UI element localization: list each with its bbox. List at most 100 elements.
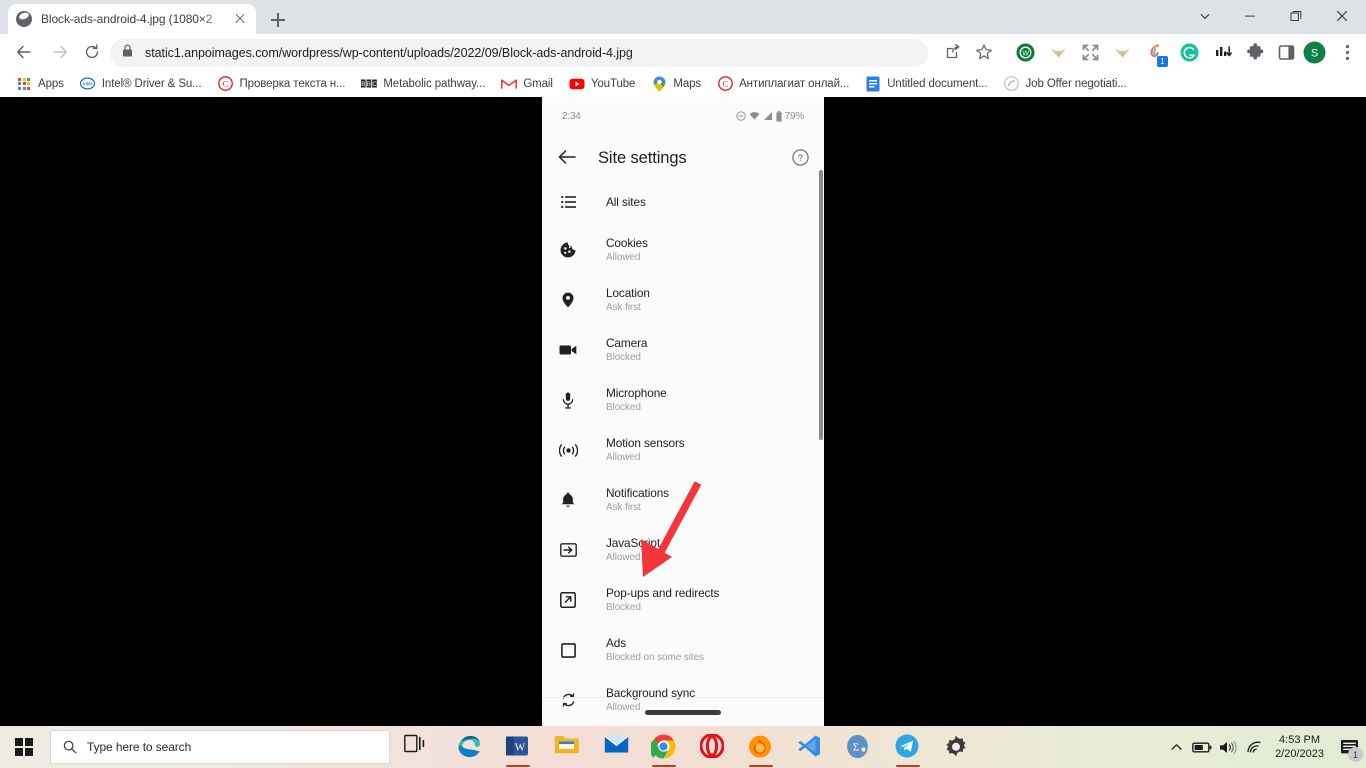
- settings-row-background-sync[interactable]: Background sync Allowed: [542, 675, 824, 725]
- bookmark-star-icon[interactable]: [975, 43, 995, 63]
- bookmark-metabolic-pathway[interactable]: B B C Metabolic pathway...: [355, 73, 491, 95]
- status-icons: 79%: [735, 110, 804, 122]
- clock-time: 4:53 PM: [1279, 734, 1321, 746]
- settings-row-cookies[interactable]: Cookies Allowed: [542, 225, 824, 275]
- address-bar[interactable]: static1.anpoimages.com/wordpress/wp-cont…: [110, 39, 928, 67]
- settings-row-status: Blocked: [606, 351, 641, 363]
- task-view-icon[interactable]: [404, 734, 430, 760]
- chrome-icon[interactable]: [649, 734, 677, 767]
- phone-scrollbar[interactable]: [819, 170, 823, 440]
- settings-row-title: Background sync: [606, 685, 695, 700]
- bookmark-intel-driver[interactable]: intel Intel® Driver & Su...: [74, 73, 208, 95]
- volume-tray-icon[interactable]: [1215, 734, 1241, 760]
- svg-text:intel: intel: [83, 82, 92, 88]
- bookmark-apps[interactable]: Apps: [10, 73, 70, 95]
- motion-sensor-icon: [556, 438, 580, 462]
- bookmark-youtube[interactable]: YouTube: [563, 73, 642, 95]
- new-tab-button[interactable]: [266, 8, 290, 32]
- action-center-icon[interactable]: 1: [1332, 726, 1366, 768]
- bookmark-untitled-document[interactable]: Untitled document...: [859, 73, 993, 95]
- telegram-icon[interactable]: [895, 734, 921, 767]
- wifi-tray-icon[interactable]: [1241, 734, 1267, 760]
- taskbar-clock[interactable]: 4:53 PM 2/20/2023: [1267, 733, 1332, 761]
- close-window-button[interactable]: [1319, 0, 1364, 32]
- location-pin-icon: [556, 288, 580, 312]
- minimize-button[interactable]: [1227, 0, 1272, 32]
- tab-strip: Block-ads-android-4.jpg (1080×2: [0, 0, 1366, 34]
- show-hidden-icons-chevron[interactable]: [1163, 734, 1189, 760]
- settings-gear-icon[interactable]: [944, 734, 970, 760]
- extension-fullscreen-icon[interactable]: [1081, 43, 1100, 62]
- edge-icon[interactable]: [456, 734, 482, 760]
- extension-wot-icon[interactable]: W: [1016, 43, 1035, 62]
- bookmark-label: Metabolic pathway...: [383, 77, 486, 90]
- browser-toolbar: static1.anpoimages.com/wordpress/wp-cont…: [0, 34, 1366, 70]
- reload-button[interactable]: [77, 37, 107, 67]
- settings-row-status: Allowed: [606, 551, 641, 563]
- close-tab-icon[interactable]: [232, 11, 248, 27]
- settings-row-microphone[interactable]: Microphone Blocked: [542, 375, 824, 425]
- tab-search-chevron-icon[interactable]: [1182, 0, 1227, 32]
- settings-row-javascript[interactable]: JavaScript Allowed: [542, 525, 824, 575]
- bookmark-antiplagiat[interactable]: C Антиплагиат онлай...: [711, 73, 855, 95]
- battery-tray-icon[interactable]: [1189, 734, 1215, 760]
- search-input[interactable]: Type here to search: [50, 730, 390, 764]
- bookmark-maps[interactable]: Maps: [645, 73, 707, 95]
- settings-row-notifications[interactable]: Notifications Ask first: [542, 475, 824, 525]
- extension-horns-2-icon[interactable]: [1113, 43, 1132, 62]
- windows-start-icon[interactable]: [4, 730, 44, 764]
- settings-row-title: Camera: [606, 335, 648, 350]
- mendeley-icon[interactable]: Σ: [845, 734, 871, 760]
- phone-app-bar: Site settings ?: [542, 135, 824, 181]
- vscode-icon[interactable]: [797, 734, 823, 760]
- mail-icon[interactable]: [604, 734, 630, 760]
- side-panel-icon[interactable]: [1277, 43, 1296, 62]
- share-icon[interactable]: [944, 43, 964, 63]
- svg-text:B: B: [362, 82, 366, 88]
- firefox-icon[interactable]: [748, 734, 774, 767]
- circle-arrow-icon: [1004, 76, 1020, 92]
- extension-equalizer-icon[interactable]: [1214, 43, 1233, 62]
- page-title: Site settings: [598, 148, 687, 167]
- settings-row-all-sites[interactable]: All sites: [542, 179, 824, 225]
- word-icon[interactable]: W: [505, 734, 531, 767]
- restore-button[interactable]: [1273, 0, 1318, 32]
- help-circle-icon[interactable]: ?: [792, 149, 810, 167]
- settings-row-motion-sensors[interactable]: Motion sensors Allowed: [542, 425, 824, 475]
- android-gesture-bar[interactable]: [645, 710, 721, 715]
- forward-button[interactable]: [45, 37, 75, 67]
- padlock-icon: [122, 44, 136, 62]
- popup-external-link-icon: [556, 588, 580, 612]
- settings-row-location[interactable]: Location Ask first: [542, 275, 824, 325]
- svg-text:?: ?: [798, 153, 803, 163]
- extension-grammarly-icon[interactable]: [1180, 43, 1199, 62]
- bookmark-label: Антиплагиат онлай...: [739, 77, 850, 90]
- back-arrow-icon[interactable]: [556, 146, 580, 170]
- gmail-icon: [501, 76, 518, 92]
- bookmark-job-offer[interactable]: Job Offer negotiati...: [998, 73, 1133, 95]
- browser-tab[interactable]: Block-ads-android-4.jpg (1080×2: [8, 4, 256, 34]
- phone-status-bar: 2:34 79%: [542, 105, 824, 127]
- file-explorer-icon[interactable]: [554, 734, 580, 760]
- svg-text:W: W: [515, 742, 526, 754]
- chrome-browser-window: Block-ads-android-4.jpg (1080×2 static1.…: [0, 0, 1366, 726]
- extension-colorpick-icon[interactable]: 1: [1145, 43, 1168, 67]
- globe-favicon: [16, 11, 32, 27]
- settings-row-ads[interactable]: Ads Blocked on some sites: [542, 625, 824, 675]
- opera-icon[interactable]: [699, 733, 726, 760]
- notification-count-badge: 1: [1348, 747, 1363, 762]
- bookmarks-bar: Apps intel Intel® Driver & Su... C Прове…: [0, 70, 1366, 97]
- settings-row-popups-and-redirects[interactable]: Pop-ups and redirects Blocked: [542, 575, 824, 625]
- extension-horns-icon[interactable]: [1049, 43, 1068, 62]
- back-button[interactable]: [9, 37, 39, 67]
- bookmark-gmail[interactable]: Gmail: [495, 73, 559, 95]
- google-docs-icon: [865, 76, 881, 92]
- sync-icon: [556, 688, 580, 712]
- bookmark-proverka-teksta[interactable]: C Проверка текста н...: [212, 73, 352, 95]
- svg-text:C: C: [373, 82, 378, 88]
- profile-avatar[interactable]: S: [1303, 41, 1326, 64]
- extensions-puzzle-icon[interactable]: [1246, 43, 1265, 62]
- chrome-menu-icon[interactable]: [1338, 43, 1357, 62]
- bookmark-label: Intel® Driver & Su...: [101, 77, 202, 90]
- settings-row-camera[interactable]: Camera Blocked: [542, 325, 824, 375]
